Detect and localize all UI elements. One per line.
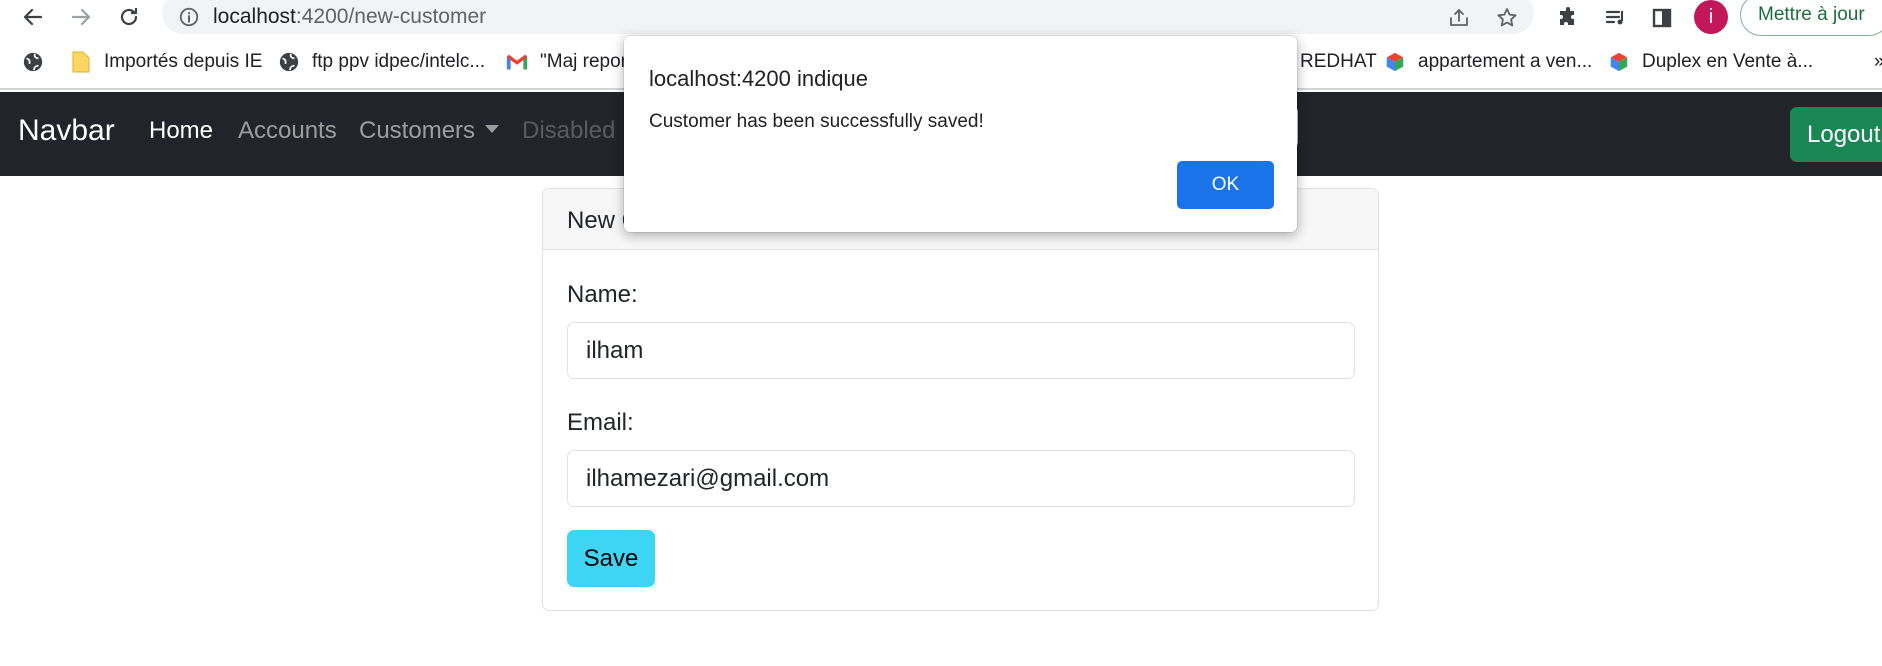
bookmark-item[interactable]: ftp ppv idpec/intelc... xyxy=(278,48,485,76)
nav-link-accounts[interactable]: Accounts xyxy=(238,117,337,145)
nav-link-customers[interactable]: Customers xyxy=(359,117,500,145)
name-label: Name: xyxy=(567,281,638,308)
cube-icon xyxy=(1384,51,1406,73)
name-input[interactable] xyxy=(567,322,1355,379)
browser-toolbar: localhost:4200/new-customer i Mettre à j… xyxy=(0,0,1882,36)
bookmark-label: REDHAT xyxy=(1300,51,1377,72)
nav-link-disabled: Disabled xyxy=(522,117,616,144)
site-info-icon[interactable] xyxy=(176,4,202,30)
save-button[interactable]: Save xyxy=(567,530,655,587)
bookmark-item[interactable] xyxy=(22,48,56,76)
chevron-down-icon xyxy=(485,124,500,133)
back-arrow-icon xyxy=(23,8,43,26)
bookmark-item[interactable]: REDHAT xyxy=(1300,48,1377,76)
url-host: localhost xyxy=(213,5,296,28)
bookmark-item[interactable]: "Maj repor xyxy=(506,48,627,76)
reload-icon xyxy=(120,8,138,26)
ok-button[interactable]: OK xyxy=(1177,161,1274,209)
bookmark-label: Importés depuis IE xyxy=(104,51,263,72)
extensions-icon[interactable] xyxy=(1552,2,1584,34)
url-path: :4200/new-customer xyxy=(295,5,487,28)
email-label: Email: xyxy=(567,409,634,436)
bookmark-star-icon[interactable] xyxy=(1492,3,1522,33)
dialog-title: localhost:4200 indique xyxy=(649,66,868,91)
bookmark-item[interactable]: appartement a ven... xyxy=(1384,48,1592,76)
address-url: localhost:4200/new-customer xyxy=(213,4,486,30)
bookmark-label: appartement a ven... xyxy=(1418,51,1593,72)
email-input[interactable] xyxy=(567,450,1355,507)
dialog-message: Customer has been successfully saved! xyxy=(649,111,984,132)
cube-icon xyxy=(1608,51,1630,73)
bookmark-label: Duplex en Vente à... xyxy=(1642,51,1814,72)
nav-link-home[interactable]: Home xyxy=(149,117,213,145)
reading-list-icon[interactable] xyxy=(1600,2,1632,34)
forward-button[interactable] xyxy=(66,2,96,32)
logout-button[interactable]: Logout xyxy=(1790,107,1882,162)
share-icon[interactable] xyxy=(1444,3,1474,33)
back-button[interactable] xyxy=(18,2,48,32)
alert-dialog: localhost:4200 indique Customer has been… xyxy=(624,36,1297,232)
bookmark-item[interactable]: Importés depuis IE xyxy=(70,48,262,76)
forward-arrow-icon xyxy=(71,8,91,26)
globe-icon xyxy=(278,51,300,73)
new-customer-card: New C Name: Email: Save xyxy=(542,188,1379,611)
bookmark-item[interactable]: Duplex en Vente à... xyxy=(1608,48,1813,76)
update-button[interactable]: Mettre à jour xyxy=(1740,0,1882,36)
globe-icon xyxy=(22,51,44,73)
folder-icon xyxy=(70,51,92,73)
gmail-icon xyxy=(506,51,528,73)
profile-avatar[interactable]: i xyxy=(1694,0,1728,34)
bookmarks-overflow-icon[interactable]: » xyxy=(1874,48,1882,76)
reload-button[interactable] xyxy=(114,2,144,32)
bookmark-label: ftp ppv idpec/intelc... xyxy=(312,51,486,72)
bookmark-label: "Maj repor xyxy=(540,51,627,72)
nav-link-customers-label: Customers xyxy=(359,117,476,144)
navbar-brand[interactable]: Navbar xyxy=(18,114,115,148)
side-panel-icon[interactable] xyxy=(1646,2,1678,34)
